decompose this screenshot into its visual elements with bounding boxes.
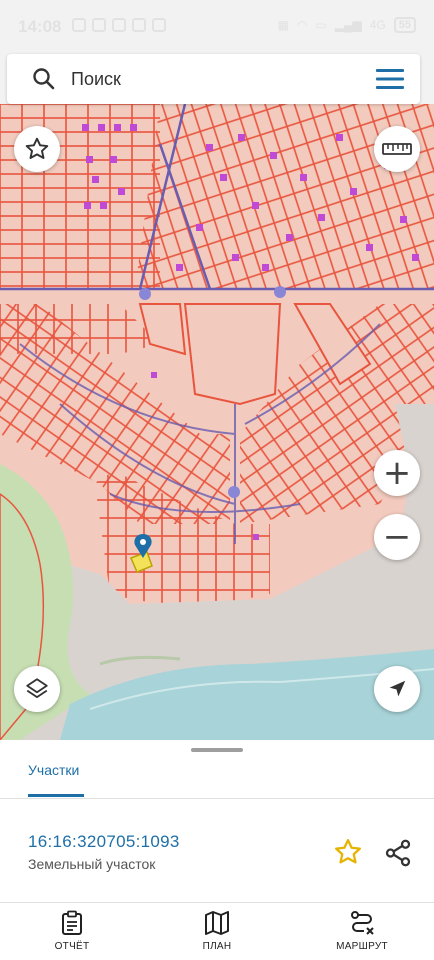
search-bar[interactable]: Поиск — [7, 54, 420, 104]
signal-icon: ▂▄▆ — [334, 18, 362, 32]
vibrate-icon: ▦ — [277, 18, 289, 32]
navigation-arrow-icon — [389, 680, 406, 697]
menu-icon[interactable] — [376, 68, 404, 90]
nav-route-label: МАРШРУТ — [336, 941, 388, 952]
share-icon[interactable] — [383, 837, 413, 869]
wifi-icon: ◠ — [296, 18, 308, 32]
search-input[interactable]: Поиск — [71, 69, 121, 90]
headphones-icon — [132, 18, 146, 32]
clipboard-icon — [62, 910, 82, 935]
nav-plan-label: ПЛАН — [202, 941, 232, 952]
nav-route[interactable]: МАРШРУТ — [317, 910, 407, 952]
battery-icon: 55 — [393, 17, 416, 33]
eye-icon — [72, 18, 86, 32]
zoom-out-button[interactable]: − — [374, 514, 420, 560]
cadastral-map[interactable]: + − — [0, 104, 434, 740]
minus-icon: − — [382, 517, 412, 557]
tab-indicator — [28, 794, 84, 797]
favorites-button[interactable] — [14, 126, 60, 172]
route-icon — [351, 911, 374, 935]
search-icon — [33, 68, 55, 90]
layers-button[interactable] — [14, 666, 60, 712]
volte-icon: ▭ — [315, 18, 327, 32]
nfc-icon — [92, 18, 106, 32]
notification-icons — [72, 18, 166, 32]
status-time: 14:08 — [18, 17, 62, 36]
star-outline-icon — [25, 137, 49, 159]
tab-parcels[interactable]: Участки — [28, 762, 79, 778]
status-bar: 14:08 ▦ ◠ ▭ ▂▄▆ 4G 55 — [0, 0, 434, 50]
map-canvas[interactable] — [0, 104, 434, 740]
drag-handle[interactable] — [191, 748, 243, 752]
nav-plan[interactable]: ПЛАН — [172, 910, 262, 952]
ruler-button[interactable] — [374, 126, 420, 172]
system-icons: ▦ ◠ ▭ ▂▄▆ 4G 55 — [278, 17, 416, 33]
ruler-icon — [382, 143, 412, 155]
zoom-in-button[interactable]: + — [374, 450, 420, 496]
parcel-type: Земельный участок — [28, 856, 156, 872]
favorite-star-icon[interactable] — [332, 837, 364, 867]
my-location-button[interactable] — [374, 666, 420, 712]
plus-icon: + — [382, 453, 412, 493]
cadastral-number[interactable]: 16:16:320705:1093 — [28, 832, 180, 852]
layers-icon — [26, 678, 48, 699]
bottom-sheet[interactable]: Участки 16:16:320705:1093 Земельный учас… — [0, 740, 434, 960]
map-icon — [205, 911, 229, 935]
nav-divider — [0, 902, 434, 903]
nav-report-label: ОТЧЁТ — [54, 941, 90, 952]
instagram-icon — [152, 18, 166, 32]
divider — [0, 798, 434, 799]
network-label: 4G — [369, 18, 386, 32]
app-icon — [112, 18, 126, 32]
nav-report[interactable]: ОТЧЁТ — [27, 910, 117, 952]
